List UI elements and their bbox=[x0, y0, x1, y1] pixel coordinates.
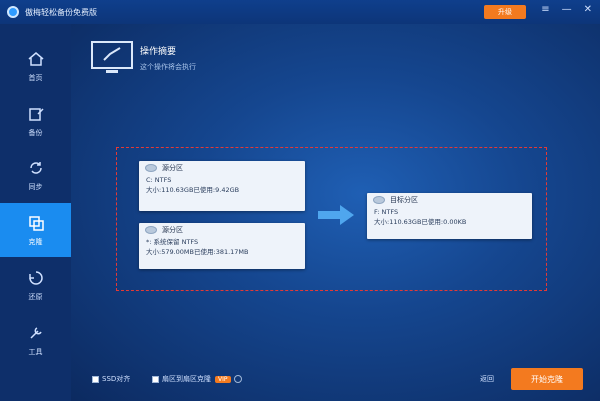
sidebar-item-label: 还原 bbox=[28, 292, 43, 301]
sidebar-item-sync[interactable]: 同步 bbox=[0, 148, 71, 202]
app-title: 傲梅轻松备份免费版 bbox=[25, 7, 97, 17]
sidebar-item-home[interactable]: 首页 bbox=[0, 39, 71, 93]
page-subtitle: 这个操作将会执行 bbox=[140, 63, 196, 71]
sidebar-item-label: 首页 bbox=[28, 73, 43, 82]
back-button[interactable]: 返回 bbox=[480, 374, 494, 384]
target-partition-card: 目标分区 F: NTFS 大小:110.63GB已使用:0.00KB bbox=[367, 193, 532, 239]
disk-icon bbox=[373, 196, 385, 204]
partition-size: 大小:110.63GB已使用:0.00KB bbox=[374, 218, 467, 226]
partition-size: 大小:110.63GB已使用:9.42GB bbox=[146, 186, 240, 194]
disk-icon bbox=[145, 226, 157, 234]
partition-size: 大小:579.00MB已使用:381.17MB bbox=[146, 248, 249, 256]
clone-icon bbox=[28, 215, 44, 231]
sidebar-item-restore[interactable]: 还原 bbox=[0, 258, 71, 312]
ssd-align-option[interactable]: SSD对齐 bbox=[92, 374, 130, 384]
app-logo-icon bbox=[7, 6, 19, 18]
summary-monitor-icon bbox=[91, 41, 133, 73]
title-bar: 傲梅轻松备份免费版 升级 ≡ — ✕ bbox=[0, 0, 600, 24]
tools-icon bbox=[29, 326, 42, 339]
sidebar-item-label: 同步 bbox=[28, 182, 43, 191]
sector-clone-checkbox[interactable] bbox=[152, 375, 159, 383]
arrow-right-icon bbox=[318, 205, 354, 225]
sector-clone-option[interactable]: 扇区到扇区克隆 VIP bbox=[152, 374, 242, 384]
menu-icon[interactable]: ≡ bbox=[541, 4, 549, 15]
source-partition-card: 源分区 *: 系统保留 NTFS 大小:579.00MB已使用:381.17MB bbox=[139, 223, 305, 269]
window-controls: ≡ — ✕ bbox=[541, 4, 592, 15]
partition-info: C: NTFS bbox=[146, 176, 172, 184]
sidebar-item-label: 工具 bbox=[28, 347, 43, 356]
partition-info: F: NTFS bbox=[374, 208, 399, 216]
partition-name: 目标分区 bbox=[390, 196, 418, 204]
disk-icon bbox=[145, 164, 157, 172]
start-clone-button[interactable]: 开始克隆 bbox=[511, 368, 583, 390]
vip-badge: VIP bbox=[215, 375, 231, 383]
upgrade-button[interactable]: 升级 bbox=[484, 5, 526, 19]
restore-icon bbox=[28, 270, 43, 285]
sidebar-item-clone[interactable]: 克隆 bbox=[0, 203, 71, 257]
sync-icon bbox=[29, 161, 42, 174]
source-partition-card: 源分区 C: NTFS 大小:110.63GB已使用:9.42GB bbox=[139, 161, 305, 211]
partition-name: 源分区 bbox=[162, 164, 183, 172]
sidebar-item-label: 克隆 bbox=[28, 237, 43, 246]
partition-info: *: 系统保留 NTFS bbox=[146, 238, 199, 246]
sidebar: 首页 备份 同步 克隆 还原 工具 bbox=[0, 24, 71, 401]
partition-name: 源分区 bbox=[162, 226, 183, 234]
sidebar-item-label: 备份 bbox=[28, 128, 43, 137]
page-title: 操作摘要 bbox=[140, 47, 177, 57]
sector-clone-label: 扇区到扇区克隆 bbox=[162, 375, 211, 383]
close-icon[interactable]: ✕ bbox=[584, 4, 592, 15]
home-icon bbox=[28, 51, 43, 66]
sidebar-item-backup[interactable]: 备份 bbox=[0, 94, 71, 148]
sidebar-item-tools[interactable]: 工具 bbox=[0, 313, 71, 367]
minimize-icon[interactable]: — bbox=[562, 4, 572, 15]
ssd-align-label: SSD对齐 bbox=[102, 375, 131, 383]
ssd-align-checkbox[interactable] bbox=[92, 375, 99, 383]
backup-icon bbox=[28, 107, 44, 121]
help-icon[interactable] bbox=[233, 375, 242, 383]
